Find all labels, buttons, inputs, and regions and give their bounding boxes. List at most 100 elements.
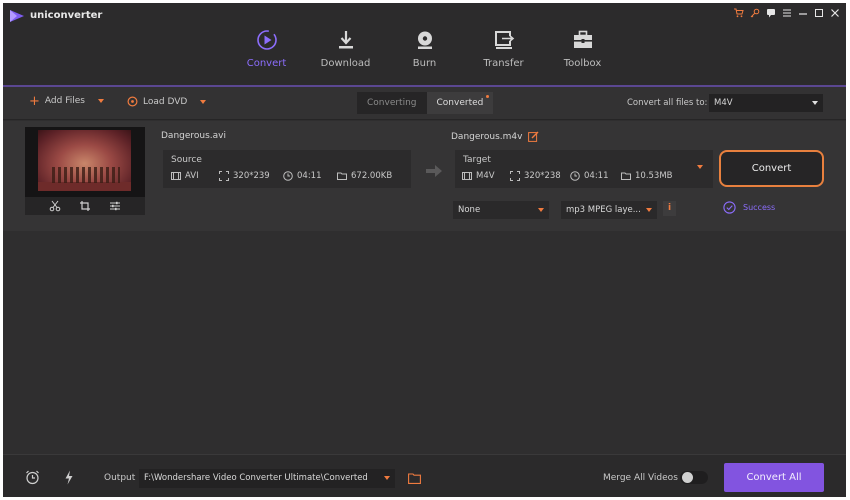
source-size: 672.00KB — [337, 171, 392, 181]
edit-icon[interactable] — [528, 131, 539, 142]
nav-tab-label: Transfer — [483, 58, 524, 69]
target-resolution-value: 320*238 — [524, 171, 561, 181]
window-controls — [734, 7, 840, 18]
trim-icon[interactable] — [49, 200, 61, 212]
tab-converting[interactable]: Converting — [357, 92, 427, 114]
add-files-button[interactable]: + Add Files — [29, 93, 104, 109]
app-logo-icon — [10, 10, 24, 22]
convert-button[interactable]: Convert — [719, 150, 824, 187]
source-duration: 04:11 — [283, 171, 322, 181]
nav-tab-label: Burn — [412, 58, 437, 69]
menu-icon[interactable] — [782, 7, 792, 18]
effects-icon[interactable] — [109, 200, 121, 212]
transfer-icon — [494, 31, 514, 49]
maximize-icon[interactable] — [814, 7, 824, 18]
toolbox-icon — [573, 30, 592, 48]
target-format-chevron-icon[interactable] — [697, 165, 703, 169]
film-icon — [171, 172, 181, 180]
info-icon[interactable]: i — [663, 201, 676, 216]
main-nav: Convert Download Burn Transfer Toolbox — [227, 25, 622, 87]
tab-converted-label: Converted — [436, 98, 484, 108]
target-info-box[interactable]: Target M4V 320*238 04:11 10.53MB — [455, 150, 713, 188]
app-name: uniconverter — [30, 10, 103, 21]
output-path-select[interactable]: F:\Wondershare Video Converter Ultimate\… — [139, 469, 395, 488]
subtitle-select[interactable]: None — [453, 201, 549, 219]
chevron-down-icon — [646, 208, 652, 212]
chevron-down-icon — [538, 208, 544, 212]
load-dvd-label: Load DVD — [143, 96, 188, 107]
cart-icon[interactable] — [734, 7, 744, 18]
target-duration-value: 04:11 — [584, 171, 609, 181]
tab-converted[interactable]: Converted — [426, 92, 494, 114]
file-row: Dangerous.avi Source AVI 320*239 04:11 6… — [3, 121, 846, 231]
title-bar: uniconverter Convert Download Burn Trans… — [3, 3, 846, 87]
clock-icon — [570, 171, 580, 181]
status-text: Success — [743, 203, 776, 212]
chevron-down-icon[interactable] — [198, 98, 207, 106]
status-success: Success — [723, 201, 775, 214]
add-files-label: Add Files — [44, 96, 85, 106]
key-icon[interactable] — [750, 7, 760, 18]
download-icon — [338, 31, 353, 49]
folder-icon — [621, 172, 631, 180]
target-duration: 04:11 — [570, 171, 609, 181]
alarm-clock-icon[interactable] — [25, 470, 40, 485]
target-size: 10.53MB — [621, 171, 673, 181]
clock-icon — [283, 171, 293, 181]
toolbar: + Add Files Load DVD Converting Converte… — [3, 87, 846, 120]
nav-tab-transfer[interactable]: Transfer — [464, 25, 543, 87]
toggle-knob — [682, 472, 693, 483]
chevron-down-icon — [812, 101, 818, 105]
target-size-value: 10.53MB — [635, 171, 673, 181]
thumbnail-image — [38, 130, 131, 191]
nav-tab-toolbox[interactable]: Toolbox — [543, 25, 622, 87]
target-format-value: M4V — [476, 171, 495, 181]
source-duration-value: 04:11 — [297, 171, 322, 181]
audio-track-value: mp3 MPEG laye... — [566, 205, 641, 215]
output-label: Output — [104, 473, 136, 483]
chevron-down-icon[interactable] — [96, 97, 104, 105]
minimize-icon[interactable] — [798, 7, 808, 18]
load-dvd-button[interactable]: Load DVD — [127, 96, 207, 107]
convert-all-format-select[interactable]: M4V — [709, 94, 823, 112]
nav-tab-download[interactable]: Download — [306, 25, 385, 87]
nav-tab-label: Download — [320, 58, 371, 69]
resolution-icon — [219, 171, 229, 181]
convert-all-button[interactable]: Convert All — [724, 463, 824, 492]
nav-tab-label: Toolbox — [563, 58, 602, 69]
check-circle-icon — [723, 201, 736, 214]
app-window: uniconverter Convert Download Burn Trans… — [3, 3, 846, 497]
nav-tab-label: Convert — [246, 58, 287, 69]
source-label: Source — [171, 155, 202, 165]
target-file-name: Dangerous.m4v — [451, 131, 523, 142]
source-format-value: AVI — [185, 171, 199, 181]
chat-icon[interactable] — [766, 7, 776, 18]
status-tabs: Converting Converted — [357, 92, 494, 114]
plus-icon: + — [29, 93, 40, 109]
subtitle-value: None — [458, 205, 481, 215]
merge-videos-toggle[interactable] — [680, 471, 708, 484]
crop-icon[interactable] — [79, 200, 91, 212]
target-format: M4V — [462, 171, 495, 181]
folder-icon — [337, 172, 347, 180]
target-resolution: 320*238 — [510, 171, 561, 181]
open-folder-icon[interactable] — [408, 473, 421, 484]
source-file-name: Dangerous.avi — [161, 131, 227, 141]
source-size-value: 672.00KB — [351, 171, 393, 181]
output-path-value: F:\Wondershare Video Converter Ultimate\… — [144, 473, 368, 483]
audio-track-select[interactable]: mp3 MPEG laye... — [561, 201, 657, 219]
thumbnail-ground — [38, 182, 131, 191]
lightning-icon[interactable] — [64, 470, 74, 485]
convert-icon — [256, 30, 277, 50]
target-label: Target — [463, 155, 491, 165]
target-file-name-row: Dangerous.m4v — [451, 131, 539, 142]
close-icon[interactable] — [830, 7, 840, 18]
merge-videos-label: Merge All Videos — [603, 473, 678, 483]
resolution-icon — [510, 171, 520, 181]
dvd-icon — [127, 96, 138, 107]
notification-dot — [486, 95, 490, 98]
nav-tab-burn[interactable]: Burn — [385, 25, 464, 87]
arrow-right-icon — [426, 165, 442, 177]
chevron-down-icon — [384, 476, 390, 480]
nav-tab-convert[interactable]: Convert — [227, 25, 306, 87]
